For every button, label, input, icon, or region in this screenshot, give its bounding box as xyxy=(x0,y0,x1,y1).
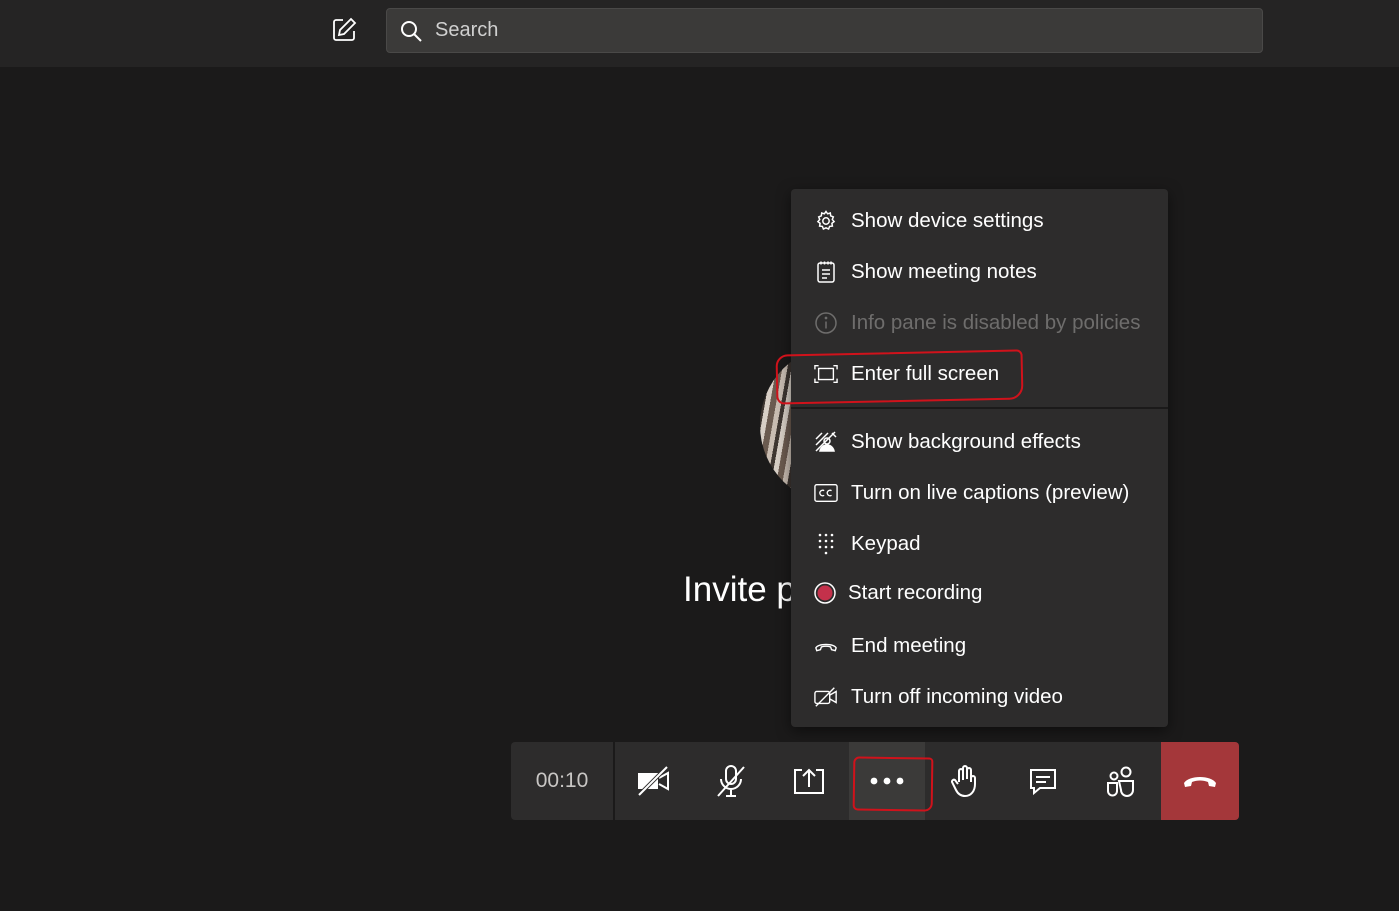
menu-divider xyxy=(791,407,1168,409)
more-options-menu: Show device settings Show meeting notes … xyxy=(775,189,1168,727)
hangup-button[interactable] xyxy=(1161,742,1239,820)
menu-item-full-screen[interactable]: Enter full screen xyxy=(791,352,1168,396)
camera-off-icon xyxy=(637,765,669,797)
search-bar[interactable] xyxy=(386,8,1263,53)
menu-item-info-pane: Info pane is disabled by policies xyxy=(791,301,1168,345)
search-icon xyxy=(399,19,423,43)
raise-hand-icon xyxy=(951,765,976,798)
menu-item-device-settings[interactable]: Show device settings xyxy=(791,199,1168,243)
participants-button[interactable] xyxy=(1083,742,1159,820)
camera-button[interactable] xyxy=(615,742,691,820)
share-screen-icon xyxy=(794,768,824,794)
background-effects-icon xyxy=(814,430,838,454)
menu-item-label: Turn off incoming video xyxy=(851,685,1063,708)
chat-icon xyxy=(1030,769,1056,796)
chat-button[interactable] xyxy=(1005,742,1081,820)
menu-item-label: Start recording xyxy=(848,581,983,604)
call-toolbar: 00:10 xyxy=(511,742,1239,820)
participants-icon xyxy=(1107,766,1134,797)
menu-item-live-captions[interactable]: Turn on live captions (preview) xyxy=(791,471,1168,515)
invite-people-text: Invite p xyxy=(683,570,796,609)
menu-item-label: Keypad xyxy=(851,532,921,555)
info-icon xyxy=(814,311,838,335)
mic-off-icon xyxy=(717,765,745,797)
gear-icon xyxy=(814,209,838,233)
incoming-video-off-icon xyxy=(814,685,838,709)
search-input[interactable] xyxy=(433,18,1217,43)
menu-item-keypad[interactable]: Keypad xyxy=(791,522,1168,566)
menu-item-label: Turn on live captions (preview) xyxy=(851,481,1130,504)
end-meeting-icon xyxy=(814,634,838,658)
menu-item-label: Show device settings xyxy=(851,209,1044,232)
menu-item-label: End meeting xyxy=(851,634,967,657)
menu-item-start-recording[interactable]: Start recording xyxy=(791,571,1168,615)
menu-item-meeting-notes[interactable]: Show meeting notes xyxy=(791,250,1168,294)
menu-item-label: Show meeting notes xyxy=(851,260,1037,283)
more-options-button[interactable] xyxy=(849,742,925,820)
more-options-icon xyxy=(870,777,904,785)
notes-icon xyxy=(814,260,838,284)
share-screen-button[interactable] xyxy=(771,742,847,820)
top-bar xyxy=(0,0,1399,67)
menu-item-label: Info pane is disabled by policies xyxy=(851,311,1141,334)
menu-item-end-meeting[interactable]: End meeting xyxy=(791,624,1168,668)
compose-icon xyxy=(333,17,357,41)
captions-icon xyxy=(814,481,838,505)
new-chat-button[interactable] xyxy=(326,12,362,48)
hangup-icon xyxy=(1184,777,1216,787)
call-timer: 00:10 xyxy=(535,769,589,792)
raise-hand-button[interactable] xyxy=(927,742,1003,820)
fullscreen-icon xyxy=(814,362,838,386)
menu-item-label: Enter full screen xyxy=(851,362,1000,385)
menu-item-incoming-video[interactable]: Turn off incoming video xyxy=(791,675,1168,719)
menu-item-label: Show background effects xyxy=(851,430,1081,453)
record-icon xyxy=(813,581,837,605)
menu-item-background-effects[interactable]: Show background effects xyxy=(791,420,1168,464)
keypad-icon xyxy=(814,532,838,556)
microphone-button[interactable] xyxy=(693,742,769,820)
